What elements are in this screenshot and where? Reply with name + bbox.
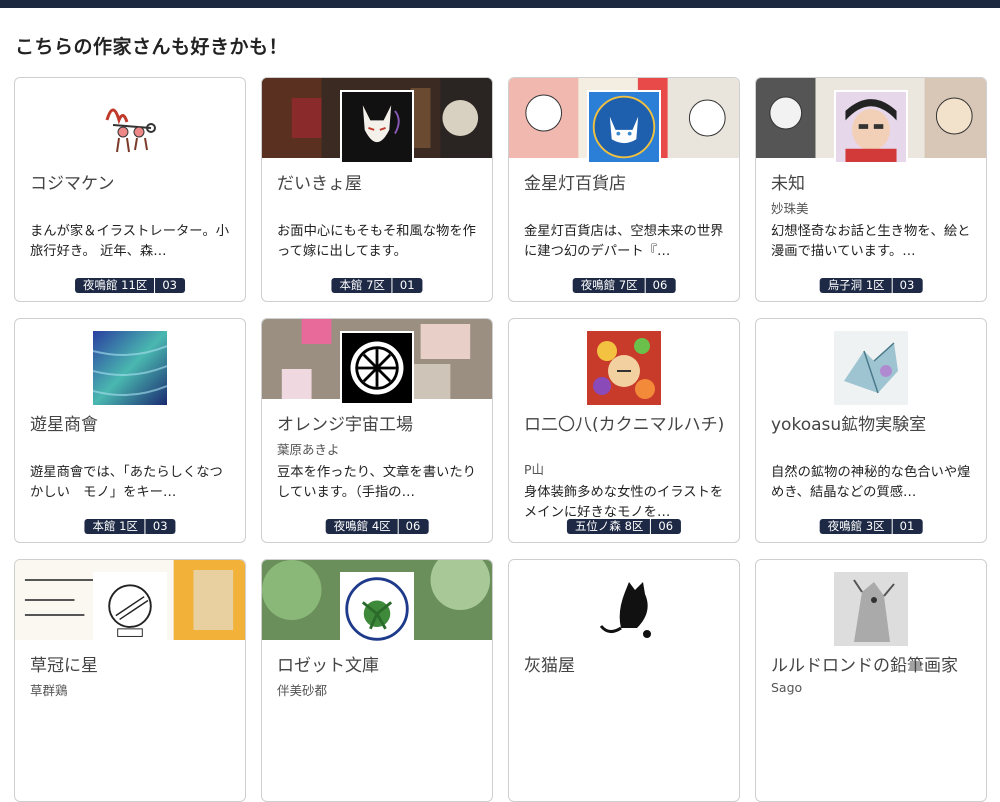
creator-name: ルルドロンドの鉛筆画家 xyxy=(771,656,958,676)
creator-card[interactable]: オレンジ宇宙工場 葉原あきよ 豆本を作ったり、文章を書いたりしています。（手指の… xyxy=(261,318,493,543)
creator-name: yokoasu鉱物実験室 xyxy=(771,415,927,435)
creator-author: P山 xyxy=(524,462,545,477)
creator-avatar xyxy=(340,572,414,646)
creator-card[interactable]: 草冠に星 草群鶏 xyxy=(14,559,246,802)
creator-avatar xyxy=(834,331,908,405)
creator-card[interactable]: 未知 妙珠美 幻想怪奇なお話と生き物を、絵と漫画で描いています。… 烏子洞 1区… xyxy=(755,77,987,302)
creator-author: 妙珠美 xyxy=(771,201,809,216)
booth-badge: 本館 7区 01 xyxy=(331,278,423,293)
creator-avatar xyxy=(587,90,661,164)
creator-name: 灰猫屋 xyxy=(524,656,575,676)
creator-avatar xyxy=(587,572,661,646)
creator-description: まんが家＆イラストレーター。小旅行好き。 近年、森… xyxy=(30,224,230,259)
creator-card[interactable]: ロゼット文庫 伴美砂都 xyxy=(261,559,493,802)
creator-avatar xyxy=(340,331,414,405)
booth-badge: 夜鳴館 11区 03 xyxy=(75,278,185,293)
booth-badge: 夜鳴館 4区 06 xyxy=(325,519,429,534)
creator-card[interactable]: ロ二〇八(カクニマルハチ) P山 身体装飾多めな女性のイラストをメインに好きなモ… xyxy=(508,318,740,543)
creator-description: 自然の鉱物の神秘的な色合いや煌めき、結晶などの質感… xyxy=(771,465,971,500)
creator-avatar xyxy=(587,331,661,405)
booth-badge: 五位ノ森 8区 06 xyxy=(566,519,682,534)
creator-description: 身体装飾多めな女性のイラストをメインに好きなモノを… xyxy=(524,485,724,520)
creator-avatar xyxy=(834,572,908,646)
creator-name: ロ二〇八(カクニマルハチ) xyxy=(524,415,725,435)
creator-card[interactable]: だいきょ屋 お面中心にもそもそ和風な物を作って嫁に出してます。 本館 7区 01 xyxy=(261,77,493,302)
section-title: こちらの作家さんも好きかも！ xyxy=(15,36,289,58)
creator-author: 伴美砂都 xyxy=(277,683,328,698)
booth-badge: 本館 1区 03 xyxy=(84,519,176,534)
booth-badge: 烏子洞 1区 03 xyxy=(819,278,923,293)
creator-name: 金星灯百貨店 xyxy=(524,174,626,194)
creator-avatar xyxy=(93,331,167,405)
creator-description: 幻想怪奇なお話と生き物を、絵と漫画で描いています。… xyxy=(771,224,971,259)
creator-grid: コジマケン まんが家＆イラストレーター。小旅行好き。 近年、森… 夜鳴館 11区… xyxy=(14,77,988,802)
creator-description: お面中心にもそもそ和風な物を作って嫁に出してます。 xyxy=(277,224,476,259)
creator-avatar xyxy=(93,572,167,646)
creator-card[interactable]: コジマケン まんが家＆イラストレーター。小旅行好き。 近年、森… 夜鳴館 11区… xyxy=(14,77,246,302)
creator-name: コジマケン xyxy=(30,174,115,194)
creator-description: 豆本を作ったり、文章を書いたりしています。（手指の… xyxy=(277,465,476,500)
creator-description: 遊星商會では、「あたらしくなつかしい モノ」をキー… xyxy=(30,465,223,500)
booth-badge: 夜鳴館 7区 06 xyxy=(572,278,676,293)
booth-badge: 夜鳴館 3区 01 xyxy=(819,519,923,534)
creator-author: 草群鶏 xyxy=(30,683,68,698)
creator-name: オレンジ宇宙工場 xyxy=(277,415,413,435)
creator-author: Sago xyxy=(771,680,803,695)
creator-name: だいきょ屋 xyxy=(277,174,362,194)
creator-card[interactable]: ルルドロンドの鉛筆画家 Sago xyxy=(755,559,987,802)
creator-avatar xyxy=(93,90,167,164)
creator-card[interactable]: 遊星商會 遊星商會では、「あたらしくなつかしい モノ」をキー… 本館 1区 03 xyxy=(14,318,246,543)
creator-name: 遊星商會 xyxy=(30,415,98,435)
creator-avatar xyxy=(834,90,908,164)
creator-card[interactable]: yokoasu鉱物実験室 自然の鉱物の神秘的な色合いや煌めき、結晶などの質感… … xyxy=(755,318,987,543)
top-bar xyxy=(0,0,1000,8)
creator-name: ロゼット文庫 xyxy=(277,656,379,676)
creator-name: 未知 xyxy=(771,174,805,194)
creator-name: 草冠に星 xyxy=(30,656,98,676)
creator-author: 葉原あきよ xyxy=(277,442,340,457)
creator-card[interactable]: 金星灯百貨店 金星灯百貨店は、空想未来の世界に建つ幻のデパート『… 夜鳴館 7区… xyxy=(508,77,740,302)
creator-avatar xyxy=(340,90,414,164)
creator-description: 金星灯百貨店は、空想未来の世界に建つ幻のデパート『… xyxy=(524,224,724,259)
creator-card[interactable]: 灰猫屋 xyxy=(508,559,740,802)
